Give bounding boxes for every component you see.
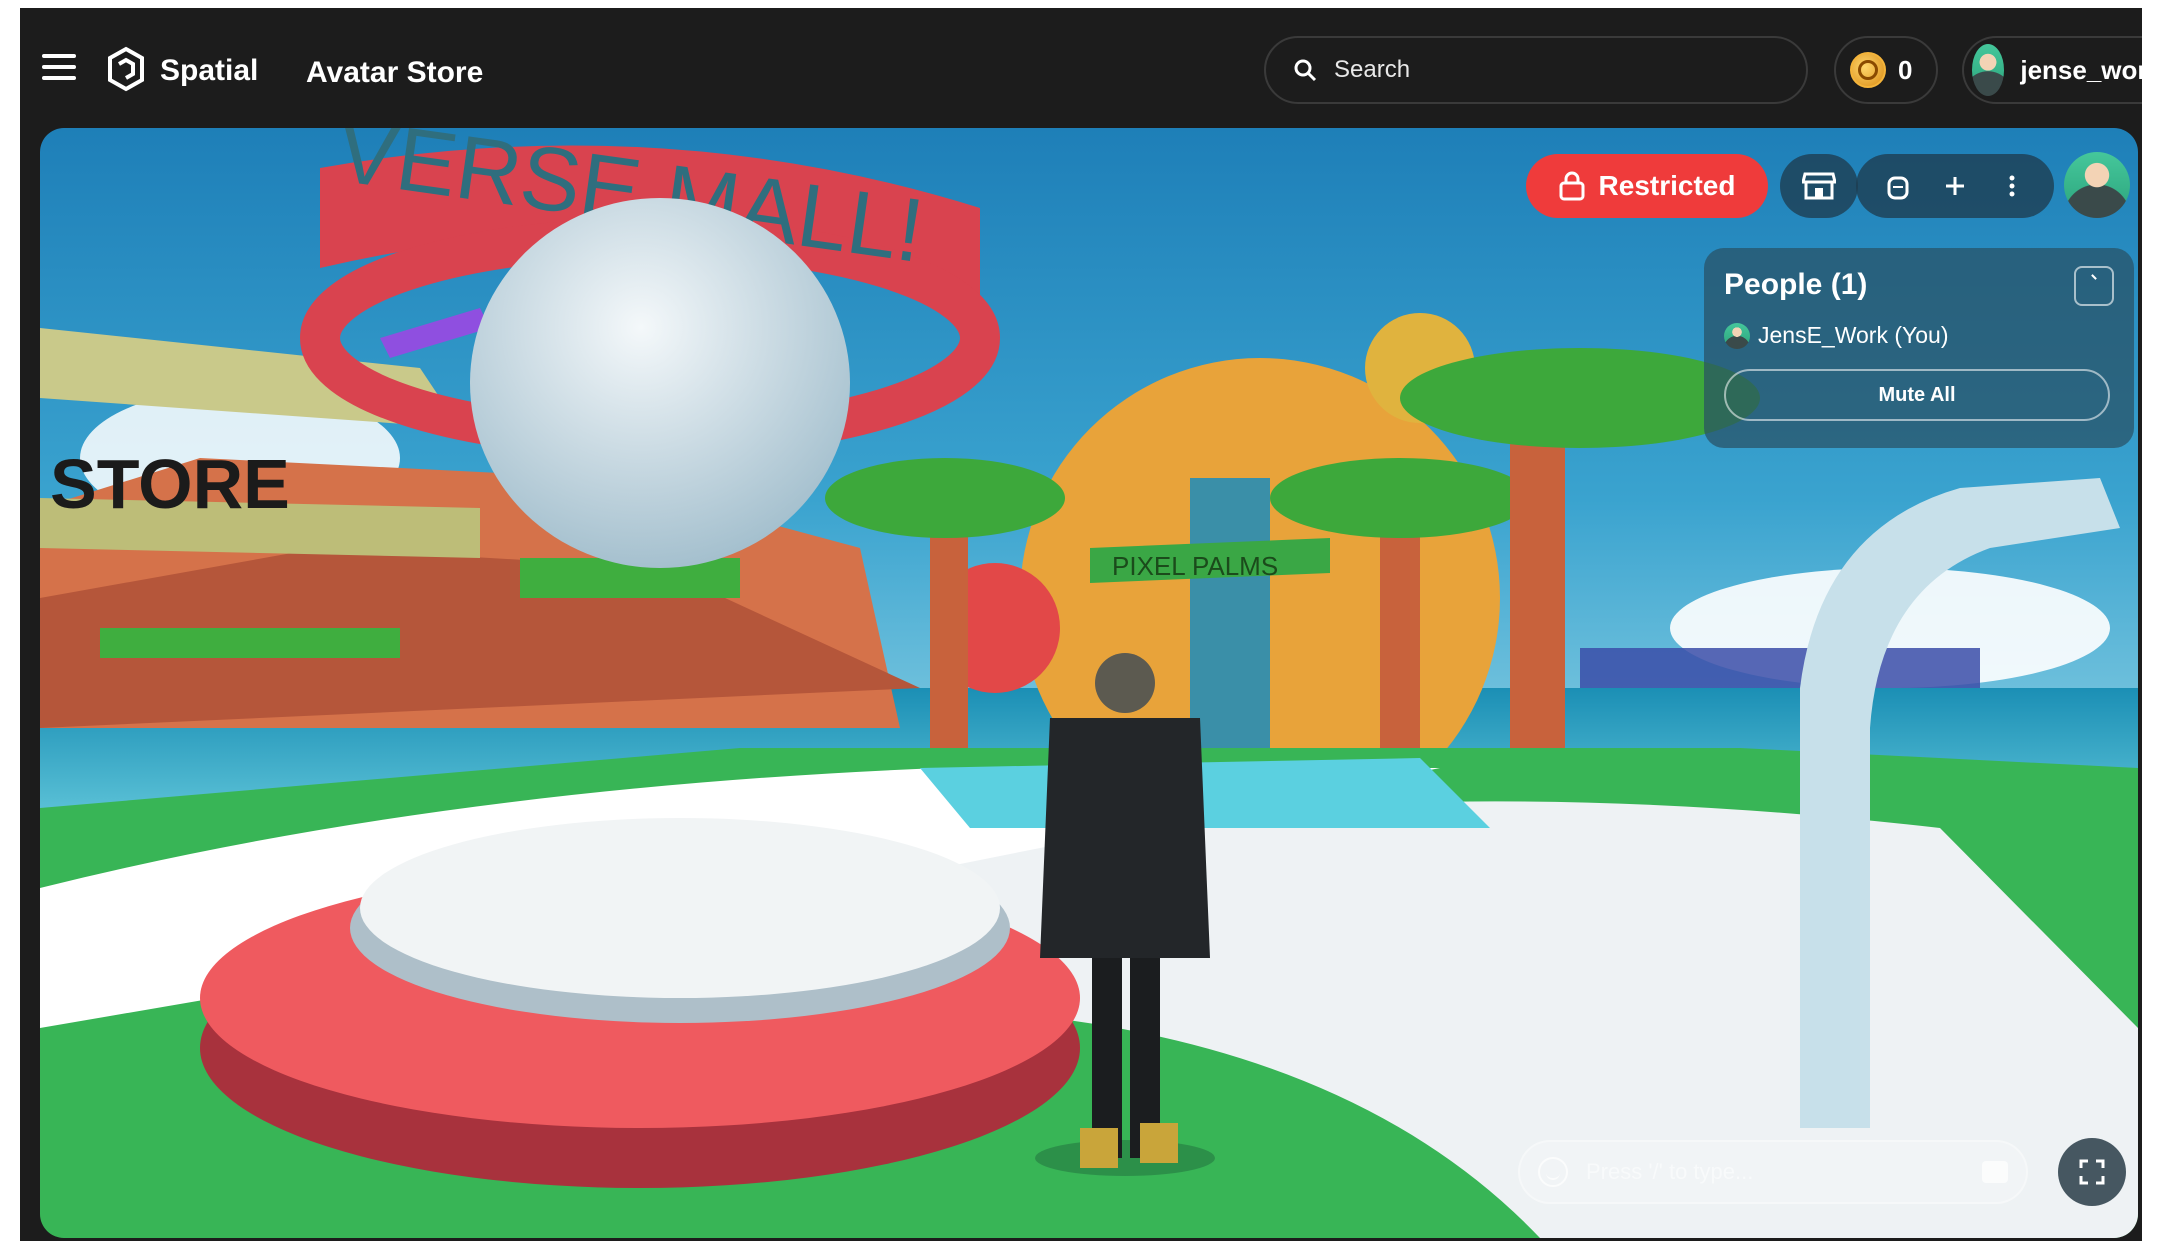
brand-name[interactable]: Spatial bbox=[160, 54, 258, 88]
app-window: Spatial Avatar Store Search 0 jense_work bbox=[20, 8, 2142, 1241]
add-icon[interactable] bbox=[1930, 161, 1980, 211]
chat-icon[interactable] bbox=[1982, 1161, 2008, 1183]
lock-icon bbox=[1559, 171, 1585, 201]
fullscreen-icon bbox=[2079, 1159, 2105, 1185]
pixel-palms-sign: PIXEL PALMS bbox=[1112, 551, 1278, 581]
store-icon bbox=[1802, 172, 1836, 200]
restricted-button[interactable]: Restricted bbox=[1526, 154, 1768, 218]
space-title: Avatar Store bbox=[306, 56, 484, 89]
more-options-icon[interactable] bbox=[1987, 161, 2037, 211]
avatar[interactable] bbox=[2064, 152, 2130, 218]
search-placeholder: Search bbox=[1334, 56, 1411, 83]
coin-balance: 0 bbox=[1898, 54, 1913, 85]
menu-icon[interactable] bbox=[42, 54, 76, 84]
coin-balance-button[interactable]: 0 bbox=[1834, 36, 1938, 104]
chat-placeholder[interactable]: Press '/' to type... bbox=[1586, 1159, 1982, 1185]
store-button[interactable] bbox=[1780, 154, 1858, 218]
collapse-icon[interactable] bbox=[2074, 266, 2114, 306]
store-sign: STORE bbox=[50, 445, 290, 523]
restricted-label: Restricted bbox=[1598, 170, 1736, 201]
user-menu-button[interactable]: jense_work bbox=[1962, 36, 2142, 104]
spatial-logo-icon[interactable] bbox=[104, 44, 148, 94]
username: jense_work bbox=[2020, 54, 2142, 85]
emoji-icon[interactable] bbox=[1538, 1157, 1568, 1187]
backpack-icon[interactable] bbox=[1873, 161, 1923, 211]
search-input[interactable]: Search bbox=[1264, 36, 1808, 104]
search-icon bbox=[1294, 59, 1317, 82]
3d-viewport[interactable]: STORE VERSE MALL! PIXEL PALMS Restricted… bbox=[40, 128, 2138, 1238]
people-title: People (1) bbox=[1724, 268, 1868, 301]
avatar bbox=[1724, 322, 1750, 349]
space-actions-group bbox=[1856, 154, 2054, 218]
list-item[interactable]: JensE_Work (You) bbox=[1724, 322, 2114, 349]
mute-all-button[interactable]: Mute All bbox=[1724, 369, 2110, 421]
chat-input[interactable]: Press '/' to type... bbox=[1518, 1140, 2028, 1204]
fullscreen-button[interactable] bbox=[2058, 1138, 2126, 1206]
avatar bbox=[1972, 44, 2005, 96]
top-bar: Spatial Avatar Store Search 0 jense_work bbox=[20, 8, 2142, 128]
people-panel: People (1) JensE_Work (You) Mute All bbox=[1704, 248, 2134, 448]
coin-icon bbox=[1850, 52, 1886, 88]
person-name: JensE_Work (You) bbox=[1758, 322, 1949, 348]
